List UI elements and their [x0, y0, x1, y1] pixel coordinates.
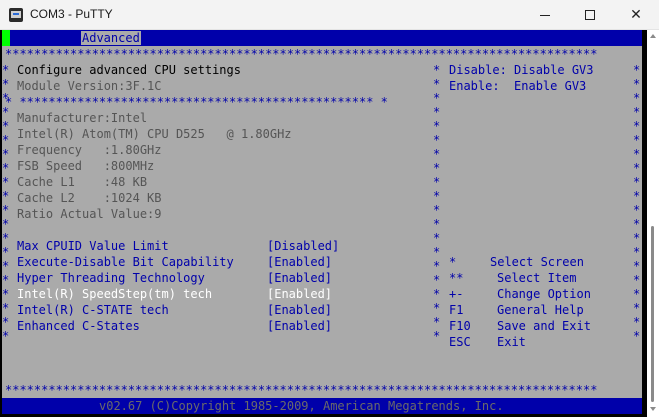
module-version: Module Version:3F.1C	[17, 79, 162, 93]
border-bottom: ****************************************…	[5, 383, 598, 397]
terminal-cursor	[2, 30, 10, 46]
option-label-hyper-threading[interactable]: Hyper Threading Technology	[17, 271, 205, 285]
bios-screen: ****************************************…	[2, 46, 642, 398]
option-label-execute-disable[interactable]: Execute-Disable Bit Capability	[17, 255, 234, 269]
key-save-exit: F10	[449, 319, 471, 333]
option-label-max-cpuid[interactable]: Max CPUID Value Limit	[17, 239, 169, 253]
cache-l1: Cache L1 :48 KB	[17, 175, 148, 189]
scroll-up-icon[interactable]	[650, 34, 656, 38]
scroll-down-icon[interactable]	[650, 407, 656, 411]
help-enable: Enable: Enable GV3	[449, 79, 587, 93]
action-general-help: General Help	[497, 303, 584, 317]
option-label-speedstep[interactable]: Intel(R) SpeedStep(tm) tech	[17, 287, 212, 301]
action-select-screen: Select Screen	[490, 255, 584, 269]
manufacturer: Manufacturer:Intel	[17, 111, 148, 125]
bios-footer: v02.67 (C)Copyright 1985-2009, American …	[2, 398, 642, 414]
cache-l2: Cache L2 :1024 KB	[17, 191, 162, 205]
border-top: ****************************************…	[5, 47, 598, 61]
putty-icon	[9, 8, 23, 22]
option-value-c-state[interactable]: [Enabled]	[267, 303, 332, 317]
option-value-hyper-threading[interactable]: [Enabled]	[267, 271, 332, 285]
frequency: Frequency :1.80GHz	[17, 143, 162, 157]
border-divider: * **************************************…	[5, 95, 388, 109]
option-value-speedstep[interactable]: [Enabled]	[267, 287, 332, 301]
window-titlebar: COM3 - PuTTY ✕	[0, 0, 659, 30]
close-icon: ✕	[630, 7, 642, 23]
option-value-max-cpuid[interactable]: [Disabled]	[267, 239, 339, 253]
action-save-exit: Save and Exit	[497, 319, 591, 333]
key-select-item: **	[449, 271, 464, 285]
maximize-button[interactable]	[567, 0, 613, 30]
maximize-icon	[585, 10, 595, 20]
fsb-speed: FSB Speed :800MHz	[17, 159, 155, 173]
key-change-option: +-	[449, 287, 464, 301]
action-exit: Exit	[497, 335, 526, 349]
option-value-enhanced-c-states[interactable]: [Enabled]	[267, 319, 332, 333]
action-select-item: Select Item	[497, 271, 577, 285]
scrollbar[interactable]	[647, 30, 659, 417]
option-label-enhanced-c-states[interactable]: Enhanced C-States	[17, 319, 140, 333]
right-border-column: * * * * * * * * * * * * * * * * * * * *	[633, 63, 641, 343]
left-border-column: * * * * * * * * * * * * * * * * * * * *	[2, 63, 10, 343]
tab-advanced[interactable]: Advanced	[81, 31, 141, 45]
key-general-help: F1	[449, 303, 464, 317]
help-disable: Disable: Disable GV3	[449, 63, 594, 77]
section-title: Configure advanced CPU settings	[17, 63, 241, 77]
action-change-option: Change Option	[497, 287, 591, 301]
close-button[interactable]: ✕	[613, 0, 659, 30]
key-exit: ESC	[449, 335, 471, 349]
middle-border-column: * * * * * * * * * * * * * * * * * * * *	[433, 63, 441, 343]
option-value-execute-disable[interactable]: [Enabled]	[267, 255, 332, 269]
option-label-c-state[interactable]: Intel(R) C-STATE tech	[17, 303, 169, 317]
scrollbar-thumb[interactable]	[651, 226, 654, 402]
minimize-button[interactable]	[522, 0, 568, 30]
copyright-text: v02.67 (C)Copyright 1985-2009, American …	[99, 399, 504, 413]
cpu-name: Intel(R) Atom(TM) CPU D525 @ 1.80GHz	[17, 127, 292, 141]
window-title: COM3 - PuTTY	[30, 7, 113, 21]
minimize-icon	[540, 14, 550, 16]
ratio-actual-value: Ratio Actual Value:9	[17, 207, 162, 221]
key-select-screen: *	[449, 255, 457, 269]
